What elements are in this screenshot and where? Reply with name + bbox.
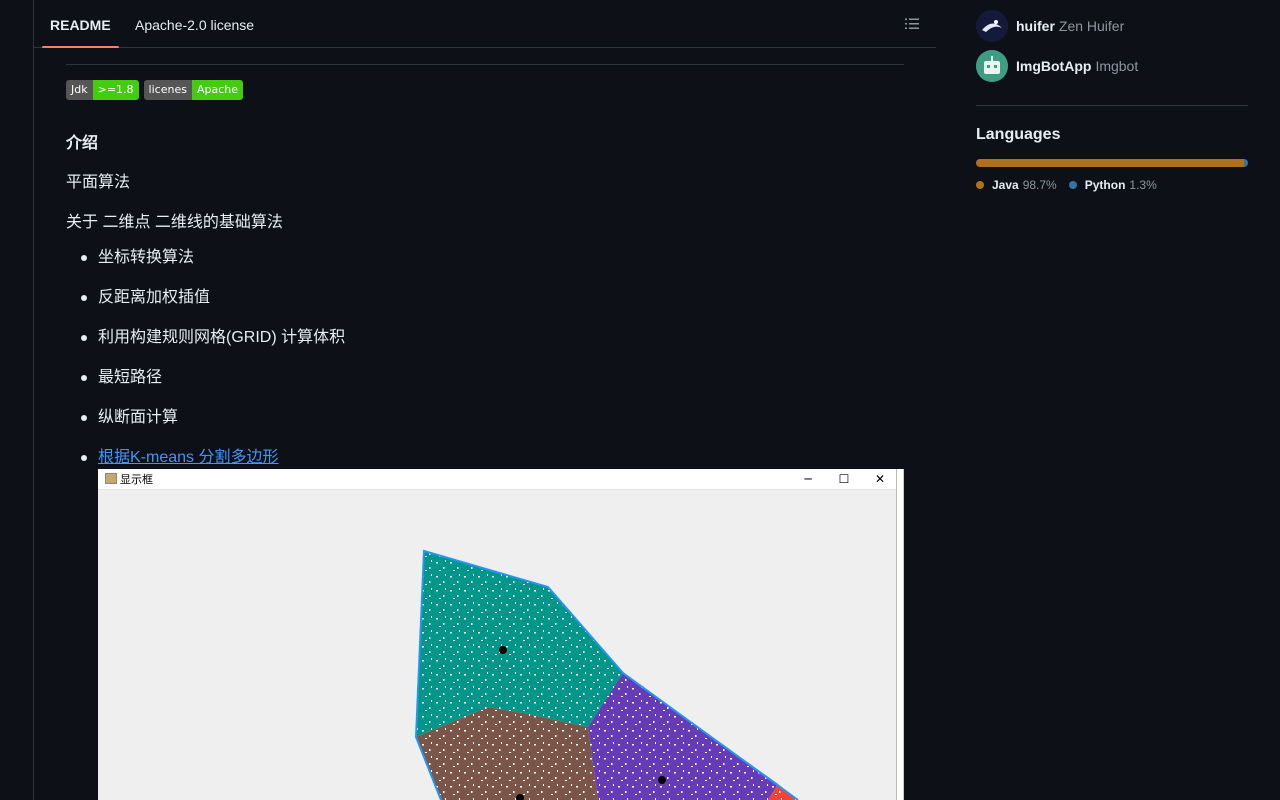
languages-legend: Java 98.7% Python 1.3% bbox=[976, 178, 1169, 192]
language-python[interactable]: Python 1.3% bbox=[1068, 178, 1157, 192]
tab-readme[interactable]: README bbox=[42, 0, 119, 48]
list-unordered-icon[interactable] bbox=[904, 16, 920, 32]
contributor-login[interactable]: huifer bbox=[1016, 18, 1055, 34]
language-java[interactable]: Java 98.7% bbox=[976, 178, 1057, 192]
tab-license[interactable]: Apache-2.0 license bbox=[135, 0, 254, 47]
window-title: 显示框 bbox=[120, 473, 153, 486]
avatar-huifer-icon[interactable] bbox=[976, 10, 1008, 42]
java-window-icon bbox=[105, 473, 117, 484]
avatar-imgbot-icon[interactable] bbox=[976, 50, 1008, 82]
language-dot-icon bbox=[1068, 181, 1077, 189]
badge-value: Apache bbox=[191, 80, 243, 100]
maximize-icon[interactable]: ☐ bbox=[829, 469, 859, 489]
badges: Jdk >=1.8 licenes Apache bbox=[66, 80, 243, 100]
paragraph-plane-algorithms: 平面算法 bbox=[66, 174, 131, 191]
minimize-icon[interactable]: ─ bbox=[793, 469, 823, 489]
feature-list: 坐标转换算法 反距离加权插值 利用构建规则网格(GRID) 计算体积 最短路径 … bbox=[80, 247, 345, 487]
kmeans-polygon bbox=[414, 549, 799, 800]
license-badge[interactable]: licenes Apache bbox=[143, 80, 243, 100]
sidebar-divider bbox=[976, 105, 1248, 106]
sidebar: huifer Zen Huifer ImgBotApp Imgbot Langu… bbox=[936, 0, 1280, 800]
readme-header: README Apache-2.0 license bbox=[34, 0, 936, 48]
centroid-point bbox=[499, 646, 507, 654]
centroid-point bbox=[658, 776, 666, 784]
list-item: 利用构建规则网格(GRID) 计算体积 bbox=[80, 327, 345, 367]
window-titlebar: 显示框 ─ ☐ ✕ bbox=[98, 469, 898, 490]
list-item: 坐标转换算法 bbox=[80, 247, 345, 287]
contributor-name: Zen Huifer bbox=[1058, 18, 1125, 34]
badge-value: >=1.8 bbox=[92, 80, 139, 100]
language-percent: 1.3% bbox=[1129, 178, 1157, 192]
window-edge bbox=[896, 469, 903, 800]
heading-intro: 介绍 bbox=[66, 135, 99, 152]
polygon-canvas bbox=[414, 549, 799, 800]
language-bar-java bbox=[976, 159, 1245, 167]
list-item: 反距离加权插值 bbox=[80, 287, 345, 327]
contributor-login[interactable]: ImgBotApp bbox=[1016, 58, 1091, 74]
contributor-huifer[interactable]: huifer Zen Huifer bbox=[976, 9, 1124, 43]
kmeans-screenshot: 显示框 ─ ☐ ✕ bbox=[98, 469, 904, 800]
language-dot-icon bbox=[976, 181, 984, 189]
jdk-badge[interactable]: Jdk >=1.8 bbox=[66, 80, 139, 100]
left-gutter bbox=[0, 0, 33, 800]
kmeans-link[interactable]: 根据K-means 分割多边形 bbox=[98, 449, 278, 466]
language-bar-python bbox=[1244, 159, 1248, 167]
badge-label: licenes bbox=[143, 80, 192, 100]
badge-label: Jdk bbox=[66, 80, 93, 100]
paragraph-basic-algorithms: 关于 二维点 二维线的基础算法 bbox=[66, 214, 283, 231]
language-percent: 98.7% bbox=[1022, 178, 1057, 192]
language-name: Python bbox=[1084, 178, 1126, 192]
language-name: Java bbox=[992, 178, 1019, 192]
languages-bar bbox=[976, 159, 1248, 167]
contributor-imgbot[interactable]: ImgBotApp Imgbot bbox=[976, 49, 1138, 83]
list-item: 纵断面计算 bbox=[80, 407, 345, 447]
readme-box: README Apache-2.0 license Jdk >=1.8 lice… bbox=[33, 0, 937, 800]
languages-heading: Languages bbox=[976, 126, 1061, 143]
close-icon[interactable]: ✕ bbox=[865, 469, 895, 489]
list-item: 最短路径 bbox=[80, 367, 345, 407]
contributor-name: Imgbot bbox=[1095, 58, 1139, 74]
